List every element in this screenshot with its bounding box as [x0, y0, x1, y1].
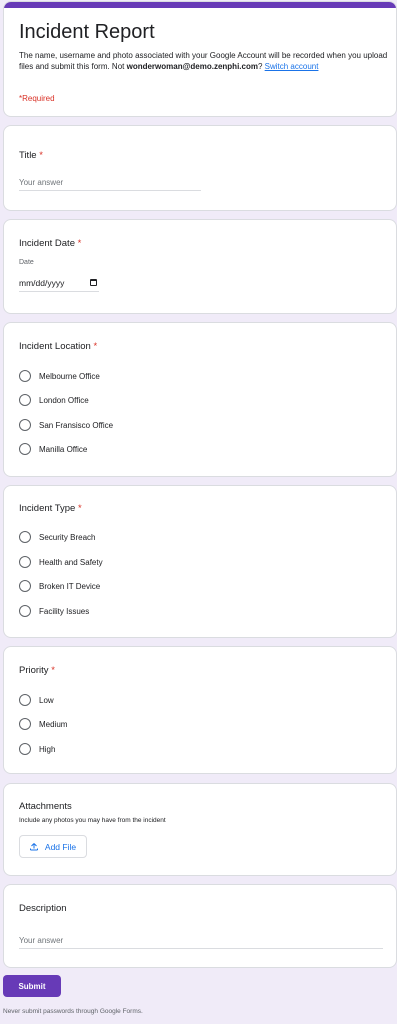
question-attachments-label: Attachments — [19, 801, 72, 812]
question-priority-label: Priority * — [19, 665, 55, 677]
question-label-text: Priority — [19, 665, 49, 676]
switch-account-link[interactable]: Switch account — [265, 62, 319, 71]
radio-button[interactable] — [19, 605, 31, 617]
description-input[interactable] — [19, 933, 383, 949]
radio-button[interactable] — [19, 419, 31, 431]
attachments-help-text: Include any photos you may have from the… — [19, 817, 166, 824]
radio-option-high[interactable]: High — [19, 742, 55, 756]
option-label: London Office — [39, 395, 89, 405]
required-note: *Required — [19, 94, 55, 103]
required-star: * — [39, 150, 43, 161]
title-input[interactable] — [19, 175, 201, 191]
question-date-label: Incident Date * — [19, 238, 81, 250]
radio-option-medium[interactable]: Medium — [19, 717, 67, 731]
radio-option-san-fransisco[interactable]: San Fransisco Office — [19, 418, 113, 432]
question-attachments-card: Attachments Include any photos you may h… — [3, 783, 397, 876]
question-label-text: Incident Date — [19, 238, 75, 249]
form-header-card: Incident Report The name, username and p… — [3, 1, 397, 117]
radio-option-melbourne[interactable]: Melbourne Office — [19, 369, 100, 383]
radio-option-facility-issues[interactable]: Facility Issues — [19, 604, 89, 618]
question-label-text: Incident Location — [19, 341, 91, 352]
date-input[interactable]: mm/dd/yyyy — [19, 276, 99, 292]
option-label: High — [39, 744, 56, 754]
option-label: Low — [39, 695, 54, 705]
option-label: Health and Safety — [39, 557, 103, 567]
radio-button[interactable] — [19, 443, 31, 455]
option-label: Broken IT Device — [39, 581, 101, 591]
form-title: Incident Report — [19, 21, 155, 43]
required-star: * — [77, 503, 82, 514]
radio-button[interactable] — [19, 556, 31, 568]
question-date-card: Incident Date * Date mm/dd/yyyy — [3, 219, 397, 314]
question-location-card: Incident Location * Melbourne Office Lon… — [3, 322, 397, 477]
date-placeholder: mm/dd/yyyy — [19, 278, 65, 288]
radio-option-london[interactable]: London Office — [19, 393, 89, 407]
account-email: wonderwoman@demo.zenphi.com — [126, 62, 258, 71]
required-star: * — [77, 238, 82, 249]
question-type-label: Incident Type * — [19, 503, 82, 515]
date-sub-label: Date — [19, 259, 34, 266]
add-file-label: Add File — [44, 841, 77, 852]
radio-button[interactable] — [19, 370, 31, 382]
upload-icon — [29, 842, 38, 851]
radio-button[interactable] — [19, 743, 31, 755]
option-label: Manilla Office — [39, 444, 88, 454]
option-label: Melbourne Office — [39, 371, 100, 381]
question-label-text: Incident Type — [19, 503, 76, 514]
footer-note: Never submit passwords through Google Fo… — [3, 1008, 143, 1015]
question-type-card: Incident Type * Security Breach Health a… — [3, 485, 397, 638]
option-label: Medium — [39, 719, 68, 729]
radio-option-low[interactable]: Low — [19, 693, 54, 707]
radio-button[interactable] — [19, 694, 31, 706]
radio-button[interactable] — [19, 394, 31, 406]
radio-button[interactable] — [19, 580, 31, 592]
radio-button[interactable] — [19, 718, 31, 730]
add-file-button[interactable]: Add File — [19, 835, 87, 858]
required-star: * — [51, 665, 55, 676]
radio-button[interactable] — [19, 531, 31, 543]
radio-option-broken-it-device[interactable]: Broken IT Device — [19, 579, 100, 593]
form-description: The name, username and photo associated … — [19, 50, 389, 72]
option-label: San Fransisco Office — [39, 420, 114, 430]
required-star: * — [93, 341, 98, 352]
question-location-label: Incident Location * — [19, 341, 97, 353]
radio-option-health-safety[interactable]: Health and Safety — [19, 555, 103, 569]
question-label-text: Title — [19, 150, 37, 161]
question-priority-card: Priority * Low Medium High — [3, 646, 397, 774]
calendar-icon[interactable] — [90, 279, 97, 286]
option-label: Facility Issues — [39, 606, 90, 616]
question-description-label: Description — [19, 903, 67, 914]
radio-option-security-breach[interactable]: Security Breach — [19, 530, 95, 544]
radio-option-manilla[interactable]: Manilla Office — [19, 442, 87, 456]
question-title-label: Title * — [19, 150, 43, 162]
header-accent-bar — [4, 2, 396, 8]
question-description-card: Description — [3, 884, 397, 968]
description-text-after: ? — [257, 62, 265, 71]
question-title-card: Title * — [3, 125, 397, 211]
submit-button[interactable]: Submit — [3, 975, 61, 997]
option-label: Security Breach — [39, 532, 96, 542]
